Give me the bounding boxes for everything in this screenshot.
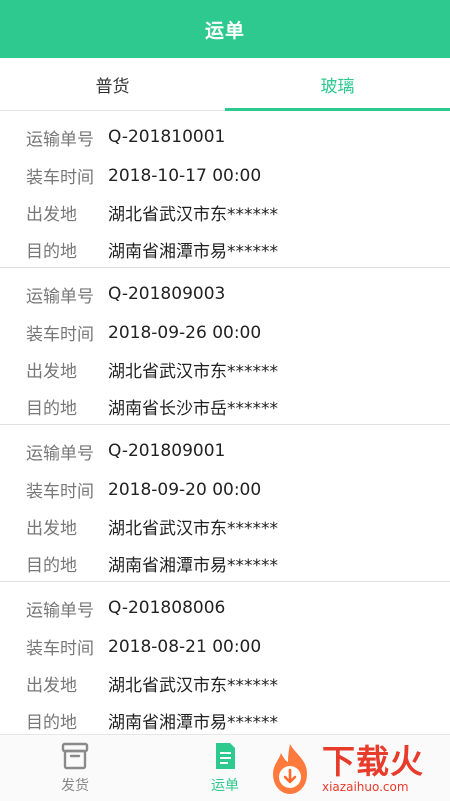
destination-label: 目的地 [26,242,77,262]
load-time-label: 装车时间 [26,325,94,345]
order-no-value: Q-201809003 [108,284,226,304]
destination-label: 目的地 [26,556,77,576]
destination-value: 湖南省长沙市岳****** [108,399,278,419]
order-no-value: Q-201809001 [108,441,226,461]
origin-value: 湖北省武汉市东****** [108,676,278,696]
tab-label: 玻璃 [320,76,355,97]
origin-label: 出发地 [26,519,77,539]
category-tabs: 普货 玻璃 [0,58,450,111]
flame-logo-icon [273,744,307,794]
tab-general-cargo[interactable]: 普货 [0,58,225,110]
watermark-logo: 下载火 xiazaihuo.com [262,738,450,800]
destination-value: 湖南省湘潭市易****** [108,713,278,733]
destination-label: 目的地 [26,713,77,733]
destination-value: 湖南省湘潭市易****** [108,242,278,262]
waybill-card[interactable]: 运输单号 Q-201809003 装车时间 2018-09-26 00:00 出发地… [0,268,450,425]
watermark-text-cn: 下载火 [322,742,424,781]
waybill-card[interactable]: 运输单号 Q-201808006 装车时间 2018-08-21 00:00 出发地… [0,582,450,734]
origin-label: 出发地 [26,676,77,696]
tab-glass[interactable]: 玻璃 [225,58,450,111]
order-no-label: 运输单号 [26,443,94,464]
tab-label: 普货 [95,76,130,97]
origin-value: 湖北省武汉市东****** [108,519,278,539]
origin-value: 湖北省武汉市东****** [108,362,278,382]
order-no-label: 运输单号 [26,600,94,621]
order-no-value: Q-201810001 [108,127,226,147]
page-title: 运单 [204,19,245,42]
destination-label: 目的地 [26,399,77,419]
order-no-label: 运输单号 [26,286,94,307]
nav-shipment[interactable]: 发货 [0,735,150,801]
nav-label: 运单 [211,778,239,794]
origin-value: 湖北省武汉市东****** [108,205,278,225]
load-time-value: 2018-08-21 00:00 [108,636,262,657]
load-time-value: 2018-09-26 00:00 [108,322,262,343]
waybill-document-icon [216,743,235,769]
load-time-value: 2018-10-17 00:00 [108,165,262,186]
waybill-list[interactable]: 运输单号 Q-201810001 装车时间 2018-10-17 00:00 出发地… [0,111,450,734]
order-no-label: 运输单号 [26,129,94,150]
app-header: 运单 [0,0,450,58]
origin-label: 出发地 [26,362,77,382]
load-time-label: 装车时间 [26,482,94,502]
waybill-card[interactable]: 运输单号 Q-201809001 装车时间 2018-09-20 00:00 出发地… [0,425,450,582]
origin-label: 出发地 [26,205,77,225]
shipment-box-icon [61,742,89,770]
load-time-value: 2018-09-20 00:00 [108,479,262,500]
destination-value: 湖南省湘潭市易****** [108,556,278,576]
watermark-text-en: xiazaihuo.com [322,780,409,794]
order-no-value: Q-201808006 [108,598,226,618]
waybill-card[interactable]: 运输单号 Q-201810001 装车时间 2018-10-17 00:00 出发地… [0,111,450,268]
load-time-label: 装车时间 [26,168,94,188]
load-time-label: 装车时间 [26,639,94,659]
nav-label: 发货 [61,778,89,794]
